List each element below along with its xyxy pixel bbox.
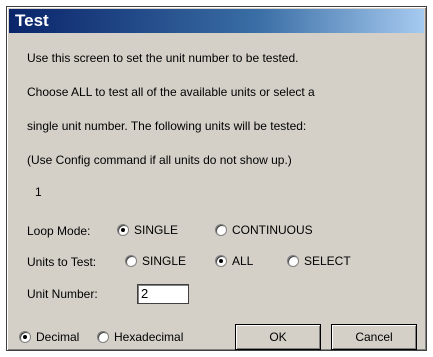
instruction-line-1: Use this screen to set the unit number t… (27, 51, 299, 65)
radio-unchecked-icon (287, 255, 299, 267)
units-all-radio[interactable]: ALL (215, 254, 253, 268)
loop-mode-label: Loop Mode: (27, 224, 91, 238)
dialog-title: Test (15, 11, 49, 30)
instruction-line-2: Choose ALL to test all of the available … (27, 85, 315, 99)
instruction-line-4: (Use Config command if all units do not … (27, 153, 292, 167)
radio-checked-icon (215, 255, 227, 267)
unit-number-input[interactable]: 2 (137, 284, 189, 304)
cancel-button[interactable]: Cancel (331, 324, 417, 350)
radio-checked-icon (117, 224, 129, 236)
radio-checked-icon (19, 331, 31, 343)
radio-unchecked-icon (97, 331, 109, 343)
units-single-radio[interactable]: SINGLE (125, 254, 186, 268)
loop-mode-continuous-radio[interactable]: CONTINUOUS (215, 223, 313, 237)
units-to-test-label: Units to Test: (27, 255, 97, 269)
unit-list-item: 1 (35, 185, 42, 199)
ok-button[interactable]: OK (235, 324, 321, 350)
hexadecimal-radio[interactable]: Hexadecimal (97, 330, 183, 344)
loop-mode-single-radio[interactable]: SINGLE (117, 223, 178, 237)
units-select-radio[interactable]: SELECT (287, 254, 351, 268)
decimal-label: Decimal (36, 330, 80, 344)
title-bar[interactable]: Test (9, 9, 424, 33)
loop-mode-continuous-label: CONTINUOUS (232, 223, 313, 237)
units-single-label: SINGLE (142, 254, 187, 268)
hexadecimal-label: Hexadecimal (114, 330, 184, 344)
radio-unchecked-icon (125, 255, 137, 267)
unit-number-label: Unit Number: (27, 287, 98, 301)
instruction-line-3: single unit number. The following units … (27, 119, 307, 133)
radio-unchecked-icon (215, 224, 227, 236)
units-select-label: SELECT (304, 254, 351, 268)
loop-mode-single-label: SINGLE (134, 223, 179, 237)
test-dialog: Test Use this screen to set the unit num… (6, 6, 427, 351)
decimal-radio[interactable]: Decimal (19, 330, 79, 344)
units-all-label: ALL (232, 254, 254, 268)
